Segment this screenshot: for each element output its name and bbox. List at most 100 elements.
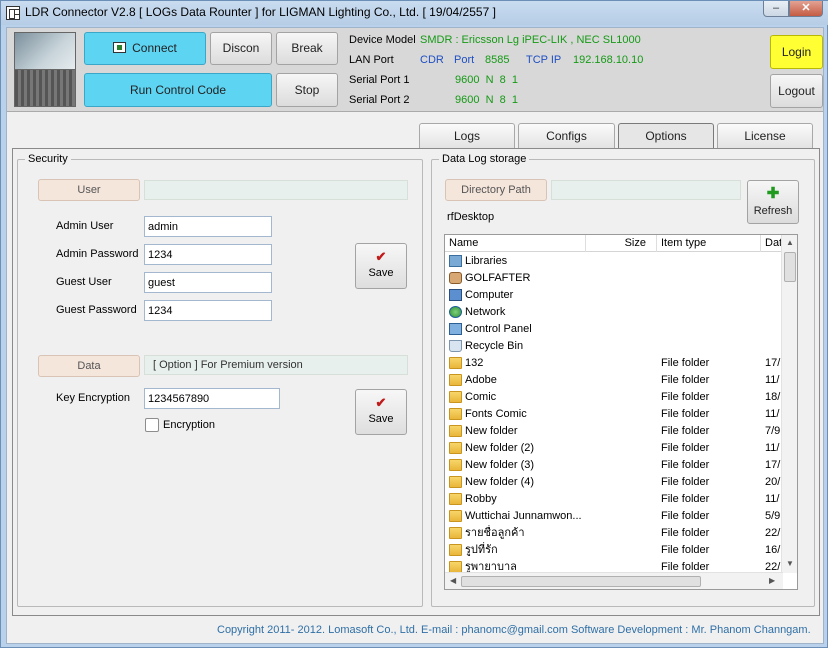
cell-name: Computer: [465, 289, 514, 301]
scroll-left-icon[interactable]: ◀: [450, 576, 456, 585]
tab-license[interactable]: License: [717, 123, 813, 149]
scroll-down-icon[interactable]: ▼: [786, 559, 794, 568]
key-encryption-field[interactable]: [144, 388, 280, 409]
premium-note: [ Option ] For Premium version: [144, 355, 408, 375]
column-size[interactable]: Size: [586, 235, 657, 252]
libraries-icon: [449, 255, 462, 267]
disconnect-button[interactable]: Discon: [210, 32, 272, 65]
cell-type: File folder: [661, 357, 710, 369]
network-icon: [449, 306, 462, 318]
vertical-scrollbar[interactable]: ▲ ▼: [781, 235, 797, 573]
logout-button[interactable]: Logout: [770, 74, 823, 108]
data-section-button[interactable]: Data: [38, 355, 140, 377]
cell-name: New folder: [465, 425, 518, 437]
list-item[interactable]: New folder (4) File folder 20/: [445, 474, 783, 491]
cell-type: [661, 304, 757, 321]
list-item[interactable]: Control Panel: [445, 321, 783, 338]
column-date[interactable]: Dat: [761, 235, 783, 252]
list-item[interactable]: Network: [445, 304, 783, 321]
list-item[interactable]: Libraries: [445, 253, 783, 270]
folder-icon: [449, 544, 462, 556]
list-item[interactable]: Robby File folder 11/: [445, 491, 783, 508]
minimize-button[interactable]: ‒: [763, 1, 789, 17]
user-section-button[interactable]: User: [38, 179, 140, 201]
list-item[interactable]: New folder File folder 7/9: [445, 423, 783, 440]
recycle-bin-icon: [449, 340, 462, 352]
scroll-up-icon[interactable]: ▲: [786, 238, 794, 247]
connect-button[interactable]: Connect: [84, 32, 206, 65]
guest-password-field[interactable]: [144, 300, 272, 321]
cell-size: [586, 423, 648, 440]
run-control-code-button[interactable]: Run Control Code: [84, 73, 272, 107]
admin-user-label: Admin User: [56, 220, 114, 232]
list-item[interactable]: Wuttichai Junnamwon... File folder 5/9: [445, 508, 783, 525]
computer-icon: [449, 289, 462, 301]
guest-user-label: Guest User: [56, 276, 112, 288]
login-button[interactable]: Login: [770, 35, 823, 69]
cell-size: [586, 287, 648, 304]
horizontal-scrollbar[interactable]: ◀ ▶: [445, 572, 783, 589]
list-item[interactable]: 132 File folder 17/: [445, 355, 783, 372]
cell-name: Comic: [465, 391, 497, 403]
cell-size: [586, 270, 648, 287]
save-encryption-button[interactable]: ✔ Save: [355, 389, 407, 435]
admin-user-field[interactable]: [144, 216, 272, 237]
break-button[interactable]: Break: [276, 32, 338, 65]
encryption-checkbox[interactable]: [145, 418, 159, 432]
list-item[interactable]: Comic File folder 18/: [445, 389, 783, 406]
cell-name: New folder (2): [465, 442, 535, 454]
serial-port-1-value: 9600 N 8 1: [455, 74, 518, 86]
close-button[interactable]: ✕: [789, 1, 823, 17]
list-item[interactable]: Recycle Bin: [445, 338, 783, 355]
current-path: rfDesktop: [447, 211, 495, 223]
tab-configs[interactable]: Configs: [518, 123, 615, 149]
tab-logs[interactable]: Logs: [419, 123, 515, 149]
control-panel-icon: [449, 323, 462, 335]
cell-name: Fonts Comic: [465, 408, 527, 420]
column-item-type[interactable]: Item type: [657, 235, 761, 252]
list-item[interactable]: รูปที่รัก File folder 16/: [445, 542, 783, 559]
window-title: LDR Connector V2.8 [ LOGs Data Rounter ]…: [25, 5, 496, 19]
cell-name: Wuttichai Junnamwon...: [465, 510, 582, 522]
refresh-button[interactable]: ✚ Refresh: [747, 180, 799, 224]
tcp-ip-label: TCP IP: [526, 54, 562, 66]
cell-name: GOLFAFTER: [465, 272, 531, 284]
cell-name: Robby: [465, 493, 497, 505]
vertical-scroll-thumb[interactable]: [784, 252, 796, 282]
list-item[interactable]: New folder (2) File folder 11/: [445, 440, 783, 457]
cell-type: File folder: [661, 408, 710, 420]
checkmark-icon: ✔: [375, 249, 387, 264]
stop-button[interactable]: Stop: [276, 73, 338, 107]
title-bar[interactable]: LDR Connector V2.8 [ LOGs Data Rounter ]…: [1, 1, 828, 25]
cell-name: Libraries: [465, 255, 508, 267]
guest-user-field[interactable]: [144, 272, 272, 293]
plus-icon: ✚: [766, 185, 780, 202]
list-item[interactable]: Fonts Comic File folder 11/: [445, 406, 783, 423]
list-item[interactable]: Computer: [445, 287, 783, 304]
directory-path-button[interactable]: Directory Path: [445, 179, 547, 201]
cell-size: [586, 542, 648, 559]
column-name[interactable]: Name: [445, 235, 586, 252]
save-users-button[interactable]: ✔ Save: [355, 243, 407, 289]
list-item[interactable]: รายชื่อลูกค้า File folder 22/: [445, 525, 783, 542]
cell-type: File folder: [661, 493, 710, 505]
cell-size: [586, 406, 648, 423]
admin-password-field[interactable]: [144, 244, 272, 265]
list-item[interactable]: New folder (3) File folder 17/: [445, 457, 783, 474]
cell-type: [661, 321, 757, 338]
scroll-right-icon[interactable]: ▶: [769, 576, 775, 585]
horizontal-scroll-thumb[interactable]: [461, 576, 701, 587]
directory-path-field: [551, 180, 741, 200]
user-folder-icon: [449, 272, 462, 284]
tab-options[interactable]: Options: [618, 123, 714, 150]
storage-group-title: Data Log storage: [439, 153, 530, 165]
cell-type: File folder: [661, 544, 710, 556]
list-item[interactable]: GOLFAFTER: [445, 270, 783, 287]
user-section-banner: [144, 180, 408, 200]
directory-listview[interactable]: Name Size Item type Dat Libraries GOLFAFT…: [444, 234, 798, 590]
client-area: Connect Discon Break Run Control Code St…: [6, 27, 824, 644]
connect-icon: [113, 42, 127, 53]
guest-password-label: Guest Password: [56, 304, 137, 316]
list-item[interactable]: Adobe File folder 11/: [445, 372, 783, 389]
cell-name: Control Panel: [465, 323, 532, 335]
